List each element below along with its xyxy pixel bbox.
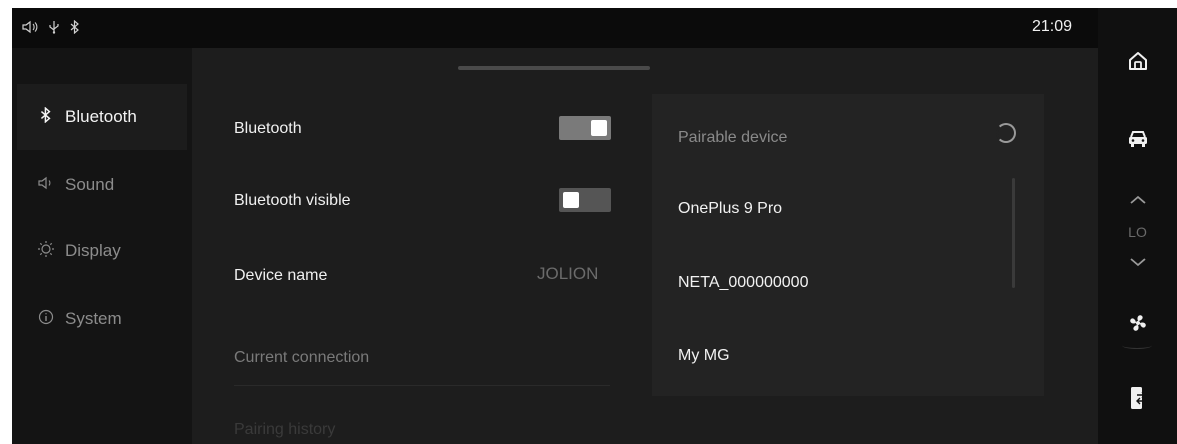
temperature-display: LO [1128, 224, 1147, 240]
divider [234, 385, 610, 386]
device-item[interactable]: NETA_000000000 [678, 274, 808, 292]
fan-indicator [1122, 342, 1152, 349]
volume-icon [22, 20, 38, 36]
nav-label: System [65, 309, 122, 328]
device-name-value[interactable]: JOLION [537, 264, 598, 284]
toggle-knob [563, 192, 579, 208]
bluetooth-visible-label: Bluetooth visible [234, 192, 351, 209]
scrollbar[interactable] [1012, 178, 1015, 288]
pairing-history-label[interactable]: Pairing history [234, 421, 335, 439]
speaker-icon [37, 176, 55, 195]
temp-up-icon [1129, 192, 1147, 210]
phone-link-icon [1129, 386, 1147, 415]
bluetooth-visible-toggle[interactable] [559, 188, 611, 212]
temp-down-button[interactable] [1098, 254, 1177, 272]
home-button[interactable] [1098, 48, 1177, 78]
device-item[interactable]: OnePlus 9 Pro [678, 200, 782, 218]
bluetooth-icon [70, 19, 80, 36]
usb-icon [48, 20, 60, 36]
right-rail: LO [1098, 8, 1177, 444]
nav-item-bluetooth[interactable]: Bluetooth [17, 84, 187, 150]
nav-label: Sound [65, 175, 115, 194]
nav-item-system[interactable]: System [17, 286, 187, 352]
status-bar: 21:09 [12, 8, 1098, 48]
loading-spinner-icon [996, 123, 1016, 143]
bluetooth-label: Bluetooth [234, 120, 302, 137]
bluetooth-icon [37, 106, 55, 128]
device-name-label: Device name [234, 267, 328, 284]
brightness-icon [37, 240, 55, 263]
current-connection-label: Current connection [234, 349, 370, 366]
car-icon [1127, 129, 1149, 154]
toggle-knob [591, 120, 607, 136]
fan-button[interactable] [1098, 312, 1177, 338]
drag-handle[interactable] [458, 66, 650, 70]
nav-item-sound[interactable]: Sound [17, 152, 187, 218]
bluetooth-toggle[interactable] [559, 116, 611, 140]
screen: 21:09 Bluetooth Sound Display System Blu… [12, 8, 1177, 444]
home-icon [1127, 50, 1149, 77]
status-icons [22, 19, 80, 36]
vehicle-button[interactable] [1098, 126, 1177, 156]
nav-label: Display [65, 241, 121, 260]
clock: 21:09 [1032, 18, 1073, 35]
device-item[interactable]: My MG [678, 347, 730, 365]
fan-icon [1127, 312, 1149, 339]
nav-label: Bluetooth [65, 107, 137, 126]
phone-link-button[interactable] [1098, 386, 1177, 414]
pairable-device-title: Pairable device [678, 129, 788, 146]
info-icon [37, 309, 55, 330]
temp-up-button[interactable] [1098, 192, 1177, 210]
nav-item-display[interactable]: Display [17, 218, 187, 284]
bluetooth-settings: Bluetooth Bluetooth visible Device name … [192, 48, 1098, 444]
settings-nav: Bluetooth Sound Display System [12, 48, 192, 444]
temp-down-icon [1129, 254, 1147, 272]
pairable-device-panel: Pairable device OnePlus 9 Pro NETA_00000… [652, 94, 1044, 396]
